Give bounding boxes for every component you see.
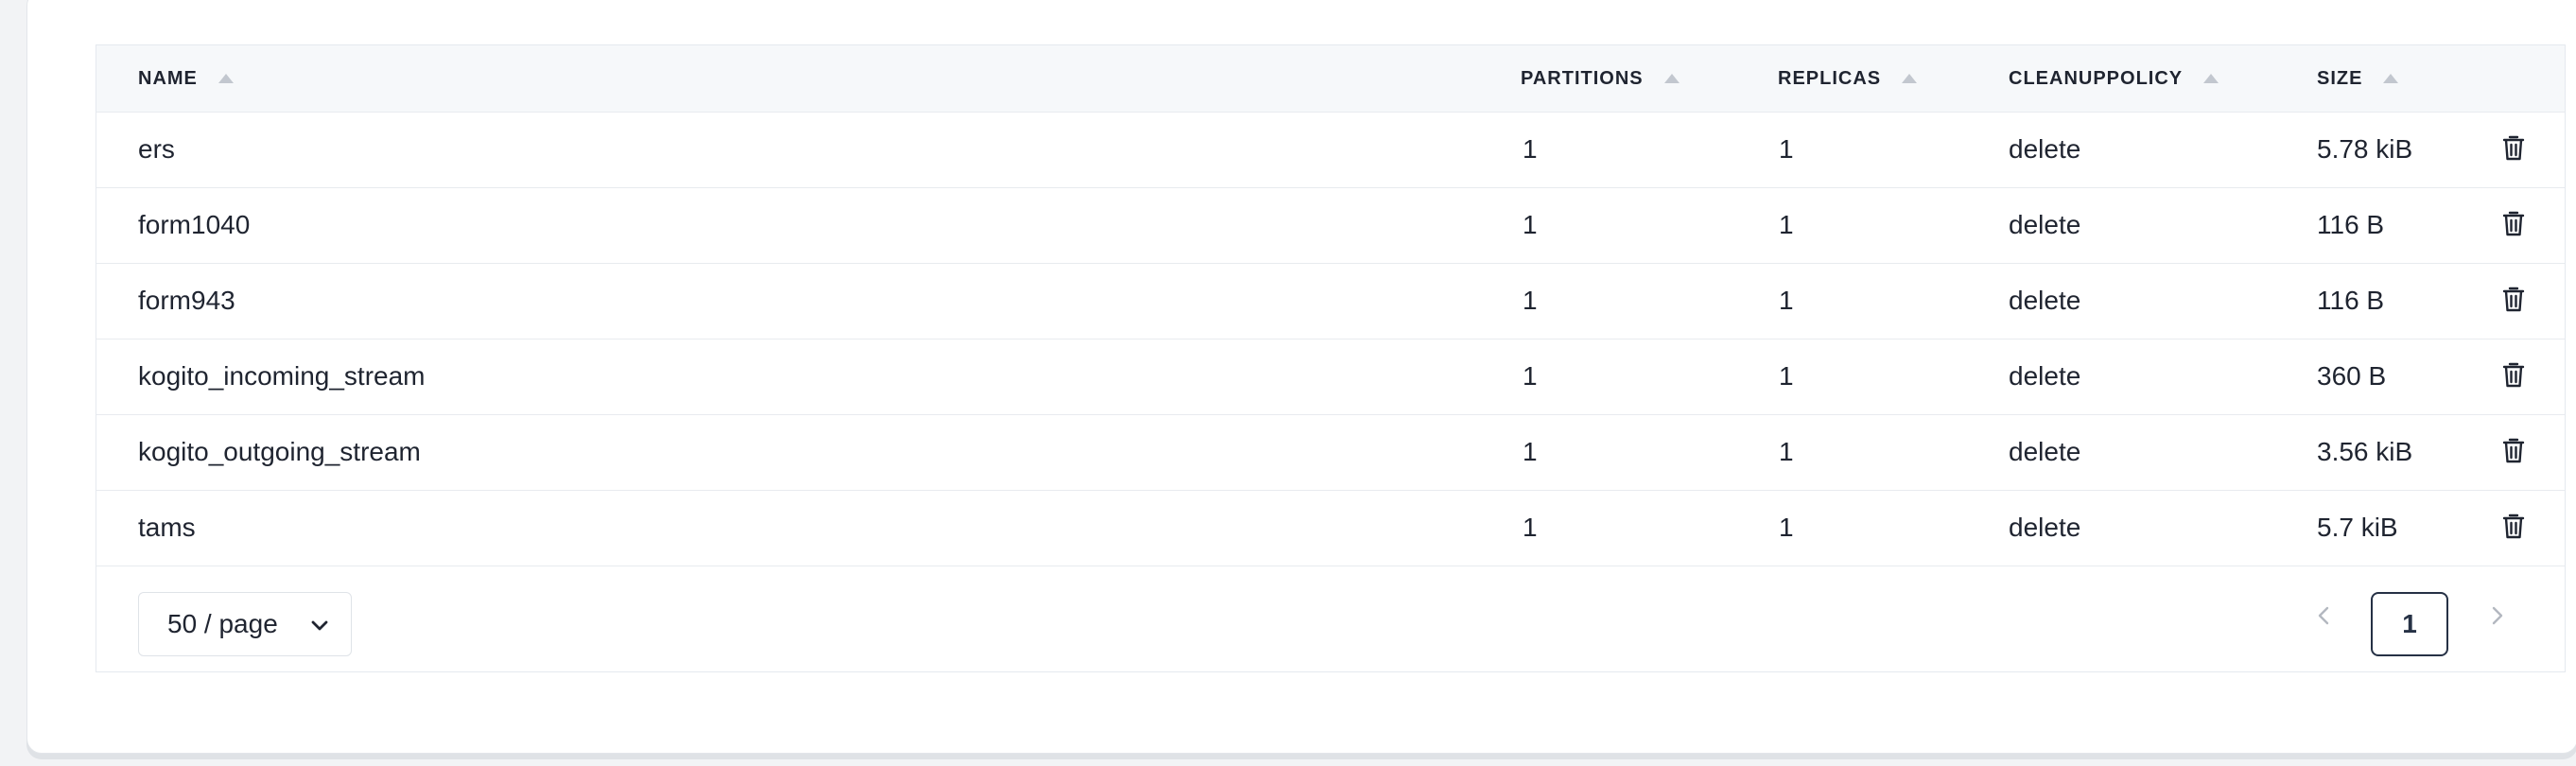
sort-icon[interactable] — [1663, 74, 1680, 83]
table-row[interactable]: kogito_outgoing_stream 1 1 delete 3.56 k… — [96, 414, 2565, 491]
column-header-name[interactable]: NAME — [138, 66, 234, 91]
partitions-value: 1 — [1523, 437, 1538, 466]
column-header-replicas[interactable]: REPLICAS — [1778, 66, 1918, 91]
chevron-down-icon — [311, 620, 328, 631]
cleanup-policy-value: delete — [2009, 437, 2081, 466]
partitions-value: 1 — [1523, 286, 1538, 315]
size-value: 116 B — [2317, 286, 2385, 315]
column-header-size[interactable]: SIZE — [2317, 66, 2399, 91]
sort-icon[interactable] — [1902, 74, 1918, 83]
cleanup-policy-value: delete — [2009, 210, 2081, 239]
partitions-value: 1 — [1523, 134, 1538, 164]
sort-icon[interactable] — [2203, 74, 2219, 83]
sort-icon[interactable] — [218, 74, 234, 83]
topic-name[interactable]: ers — [138, 112, 175, 187]
topic-name[interactable]: kogito_outgoing_stream — [138, 414, 421, 490]
trash-icon[interactable] — [2501, 513, 2526, 541]
pagination-bar: 50 / page 1 — [96, 566, 2565, 673]
trash-icon[interactable] — [2501, 361, 2526, 390]
partitions-value: 1 — [1523, 361, 1538, 391]
trash-icon[interactable] — [2501, 210, 2526, 238]
table-row[interactable]: form943 1 1 delete 116 B — [96, 263, 2565, 339]
table-row[interactable]: tams 1 1 delete 5.7 kiB — [96, 490, 2565, 566]
topics-table: NAME PARTITIONS REPLICAS CLEANUPPOLICY S… — [96, 44, 2566, 672]
size-value: 5.7 kiB — [2317, 513, 2398, 542]
size-value: 360 B — [2317, 361, 2387, 391]
partitions-value: 1 — [1523, 210, 1538, 239]
topics-card: NAME PARTITIONS REPLICAS CLEANUPPOLICY S… — [26, 0, 2576, 754]
replicas-value: 1 — [1779, 210, 1794, 239]
column-label: REPLICAS — [1778, 67, 1882, 89]
table-row[interactable]: form1040 1 1 delete 116 B — [96, 187, 2565, 264]
topic-name[interactable]: form943 — [138, 263, 235, 339]
column-label: NAME — [138, 67, 198, 89]
topic-name[interactable]: tams — [138, 490, 196, 566]
size-value: 5.78 kiB — [2317, 134, 2413, 164]
replicas-value: 1 — [1779, 513, 1794, 542]
topic-name[interactable]: form1040 — [138, 187, 250, 263]
size-value: 3.56 kiB — [2317, 437, 2413, 466]
cleanup-policy-value: delete — [2009, 513, 2081, 542]
page-size-select[interactable]: 50 / page — [138, 592, 352, 656]
table-row[interactable]: kogito_incoming_stream 1 1 delete 360 B — [96, 339, 2565, 415]
column-label: CLEANUPPOLICY — [2009, 67, 2184, 89]
chevron-right-icon[interactable] — [2487, 603, 2506, 628]
column-header-partitions[interactable]: PARTITIONS — [1521, 66, 1680, 91]
replicas-value: 1 — [1779, 361, 1794, 391]
size-value: 116 B — [2317, 210, 2385, 239]
cleanup-policy-value: delete — [2009, 134, 2081, 164]
partitions-value: 1 — [1523, 513, 1538, 542]
topic-name[interactable]: kogito_incoming_stream — [138, 339, 426, 414]
trash-icon[interactable] — [2501, 437, 2526, 465]
column-label: SIZE — [2317, 67, 2363, 89]
table-row[interactable]: ers 1 1 delete 5.78 kiB — [96, 112, 2565, 188]
column-label: PARTITIONS — [1521, 67, 1644, 89]
trash-icon[interactable] — [2501, 286, 2526, 314]
replicas-value: 1 — [1779, 134, 1794, 164]
replicas-value: 1 — [1779, 437, 1794, 466]
sort-icon[interactable] — [2383, 74, 2399, 83]
cleanup-policy-value: delete — [2009, 286, 2081, 315]
page-number-current[interactable]: 1 — [2371, 592, 2448, 656]
chevron-left-icon[interactable] — [2315, 603, 2334, 628]
trash-icon[interactable] — [2501, 134, 2526, 163]
replicas-value: 1 — [1779, 286, 1794, 315]
cleanup-policy-value: delete — [2009, 361, 2081, 391]
column-header-cleanuppolicy[interactable]: CLEANUPPOLICY — [2009, 66, 2219, 91]
page-size-label: 50 / page — [167, 609, 278, 638]
table-header: NAME PARTITIONS REPLICAS CLEANUPPOLICY S… — [96, 45, 2565, 113]
